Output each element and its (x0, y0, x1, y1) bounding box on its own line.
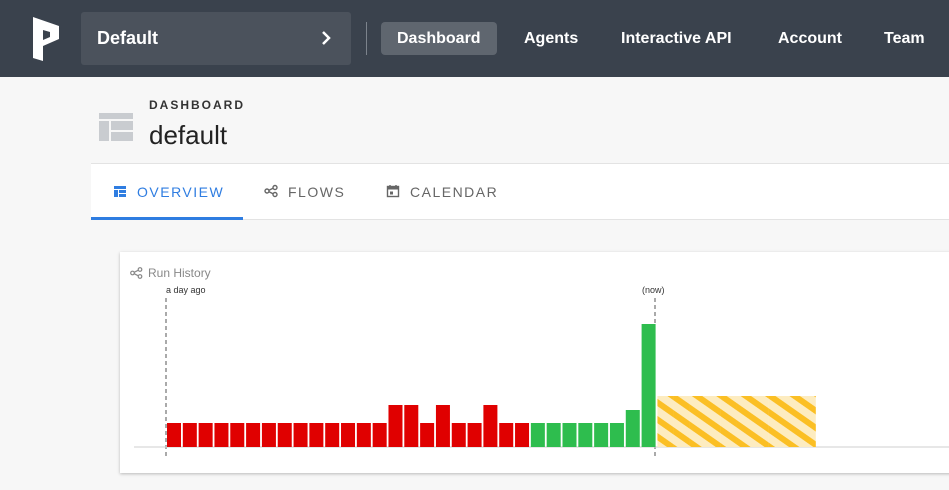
tab-calendar-label: CALENDAR (410, 184, 499, 200)
bar-scheduled-36[interactable] (736, 396, 753, 447)
bar-scheduled-35[interactable] (720, 396, 737, 447)
bar-failed-2[interactable] (198, 423, 213, 447)
bar-failed-0[interactable] (167, 423, 181, 447)
nav-interactive-api[interactable]: Interactive API (621, 22, 732, 55)
bar-success-27[interactable] (594, 423, 609, 447)
bar-success-23[interactable] (530, 423, 545, 447)
bar-scheduled-39[interactable] (783, 396, 800, 447)
now-marker-label: (now) (642, 285, 665, 295)
bar-success-25[interactable] (562, 423, 577, 447)
bar-scheduled-31[interactable] (657, 396, 674, 447)
bar-failed-5[interactable] (246, 423, 261, 447)
nav-agents[interactable]: Agents (524, 22, 578, 55)
bar-failed-9[interactable] (309, 423, 324, 447)
active-tab-indicator (91, 217, 243, 220)
nav-account[interactable]: Account (778, 22, 842, 55)
nav-team[interactable]: Team (884, 22, 925, 55)
start-marker-label: a day ago (166, 285, 206, 295)
calendar-icon (386, 185, 400, 198)
bar-scheduled-33[interactable] (689, 396, 706, 447)
project-label: Default (97, 28, 159, 48)
tab-overview-label: OVERVIEW (137, 184, 225, 200)
bar-failed-21[interactable] (499, 423, 514, 447)
prefect-logo-icon[interactable] (30, 17, 62, 61)
bar-failed-22[interactable] (515, 423, 530, 447)
run-history-card: Run History a day ago (now) (120, 252, 949, 473)
bar-failed-13[interactable] (372, 423, 387, 447)
bar-failed-14[interactable] (388, 405, 403, 447)
bar-failed-16[interactable] (420, 423, 435, 447)
top-bar: Default Dashboard Agents Interactive API… (0, 0, 949, 77)
page-kicker: DASHBOARD (149, 98, 245, 112)
tab-overview[interactable]: OVERVIEW (113, 164, 224, 220)
bar-failed-18[interactable] (451, 423, 466, 447)
bar-failed-11[interactable] (341, 423, 356, 447)
tab-calendar[interactable]: CALENDAR (386, 164, 498, 220)
chevron-right-icon (322, 31, 331, 45)
bar-scheduled-32[interactable] (673, 396, 690, 447)
bar-scheduled-38[interactable] (768, 396, 785, 447)
bar-failed-12[interactable] (356, 423, 371, 447)
bar-success-30[interactable] (641, 324, 656, 447)
bar-failed-15[interactable] (404, 405, 419, 447)
tab-bar: OVERVIEW FLOWS CALENDAR (91, 163, 949, 220)
bar-failed-10[interactable] (325, 423, 340, 447)
bar-failed-8[interactable] (293, 423, 308, 447)
overview-icon (114, 186, 126, 198)
bar-failed-19[interactable] (467, 423, 482, 447)
bar-failed-1[interactable] (182, 423, 197, 447)
dashboard-icon (99, 113, 133, 141)
run-history-chart: a day ago (now) (134, 285, 949, 459)
bar-success-29[interactable] (625, 410, 640, 447)
bar-failed-7[interactable] (277, 423, 292, 447)
bar-success-24[interactable] (546, 423, 561, 447)
bar-failed-4[interactable] (230, 423, 245, 447)
bar-failed-20[interactable] (483, 405, 498, 447)
bar-success-26[interactable] (578, 423, 593, 447)
nav-dashboard[interactable]: Dashboard (381, 22, 497, 55)
flows-icon (264, 185, 278, 198)
bar-scheduled-40[interactable] (799, 396, 816, 447)
project-selector[interactable]: Default (81, 12, 351, 65)
bar-scheduled-34[interactable] (704, 396, 721, 447)
tab-flows[interactable]: FLOWS (264, 164, 345, 220)
bar-success-28[interactable] (609, 423, 624, 447)
bar-scheduled-37[interactable] (752, 396, 769, 447)
bar-failed-17[interactable] (435, 405, 450, 447)
page-title: default (149, 120, 228, 150)
tab-flows-label: FLOWS (288, 184, 346, 200)
bar-failed-6[interactable] (261, 423, 276, 447)
nav-divider (366, 22, 367, 55)
bar-failed-3[interactable] (214, 423, 229, 447)
